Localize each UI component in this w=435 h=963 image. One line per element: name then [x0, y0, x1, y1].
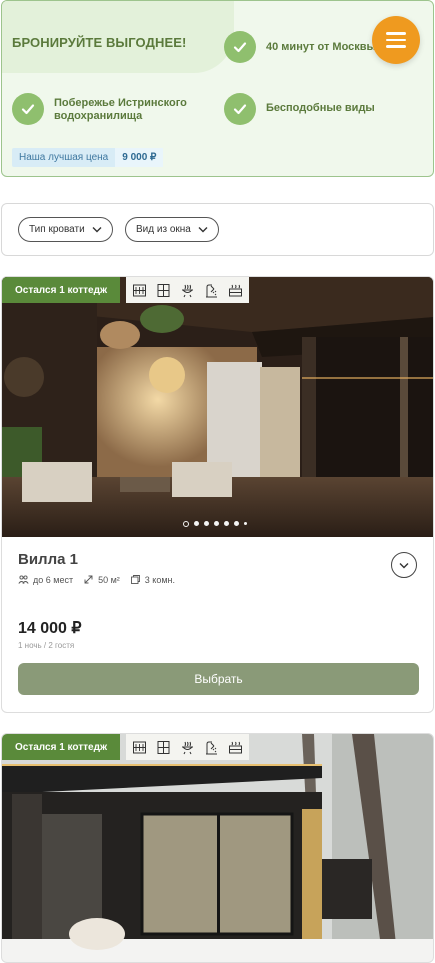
carousel-dot[interactable]: [182, 520, 189, 527]
promo-banner: БРОНИРУЙТЕ ВЫГОДНЕЕ! 40 минут от Москвы …: [1, 0, 434, 177]
feature-coast: Побережье Истринского водохранилища: [54, 97, 187, 122]
promo-title: БРОНИРУЙТЕ ВЫГОДНЕЕ!: [12, 35, 187, 50]
hamburger-icon-line: [386, 38, 406, 42]
spec-guests: до 6 мест: [18, 574, 73, 585]
spec-area-value: 50 м²: [98, 574, 120, 585]
cottage-name: Вилла 1: [18, 551, 78, 568]
hamburger-icon: [386, 32, 406, 35]
carousel-dot[interactable]: [193, 521, 199, 526]
best-price-label: Наша лучшая цена: [12, 148, 116, 167]
amenities-bar: [126, 277, 249, 303]
terrace-photo: [2, 277, 433, 537]
bbq-icon: [182, 741, 193, 754]
shower-icon: [206, 284, 217, 297]
check-icon: [12, 93, 44, 125]
feature-views: Бесподобные виды: [266, 102, 375, 114]
price-note: 1 ночь / 2 гостя: [18, 641, 75, 650]
chevron-down-icon: [198, 227, 208, 233]
cottage-card: Остался 1 коттедж: [1, 733, 434, 963]
check-icon: [224, 31, 256, 63]
shower-icon: [206, 741, 217, 754]
carousel-dot[interactable]: [203, 521, 209, 526]
area-icon: [84, 575, 93, 584]
bbq-icon: [182, 284, 193, 297]
spec-area: 50 м²: [83, 574, 120, 585]
hamburger-icon-line: [386, 45, 406, 48]
carousel-dots: [2, 520, 433, 527]
guests-icon: [18, 575, 29, 584]
feature-distance: 40 минут от Москвы: [266, 41, 376, 53]
cottage-photo[interactable]: Остался 1 коттедж: [2, 277, 433, 537]
radiator-icon: [133, 284, 146, 296]
winter-cottage-photo: [2, 734, 433, 962]
filters-panel: Тип кровати Вид из окна: [1, 203, 434, 256]
expand-details-button[interactable]: [391, 552, 417, 578]
availability-badge: Остался 1 коттедж: [2, 277, 121, 303]
chevron-down-icon: [399, 562, 409, 568]
filter-label: Тип кровати: [29, 224, 85, 235]
filter-label: Вид из окна: [136, 224, 191, 235]
rooms-icon: [130, 575, 140, 584]
cottage-price: 14 000 ₽: [18, 620, 82, 637]
spec-rooms-value: 3 комн.: [144, 574, 175, 585]
sauna-icon: [229, 741, 242, 753]
amenities-bar: [126, 734, 249, 760]
filter-bed-type[interactable]: Тип кровати: [18, 217, 113, 242]
best-price-value: 9 000 ₽: [115, 148, 164, 167]
select-button[interactable]: Выбрать: [18, 663, 419, 695]
window-icon: [157, 283, 170, 297]
availability-badge: Остался 1 коттедж: [2, 734, 121, 760]
sauna-icon: [229, 284, 242, 296]
cottage-card: Остался 1 коттедж Вилла 1 до 6 мест 50 м…: [1, 276, 434, 713]
window-icon: [157, 740, 170, 754]
spec-guests-value: до 6 мест: [33, 574, 74, 585]
cottage-specs: до 6 мест 50 м² 3 комн.: [18, 574, 179, 585]
radiator-icon: [133, 741, 146, 753]
carousel-dot[interactable]: [243, 522, 247, 525]
carousel-dot[interactable]: [213, 521, 219, 526]
best-price-badge: Наша лучшая цена 9 000 ₽: [12, 147, 164, 168]
chevron-down-icon: [92, 227, 102, 233]
carousel-dot[interactable]: [223, 521, 229, 526]
menu-button[interactable]: [372, 16, 420, 64]
filter-window-view[interactable]: Вид из окна: [125, 217, 219, 242]
spec-rooms: 3 комн.: [130, 574, 175, 585]
carousel-dot[interactable]: [233, 521, 239, 526]
check-icon: [224, 93, 256, 125]
cottage-photo[interactable]: Остался 1 коттедж: [2, 734, 433, 962]
